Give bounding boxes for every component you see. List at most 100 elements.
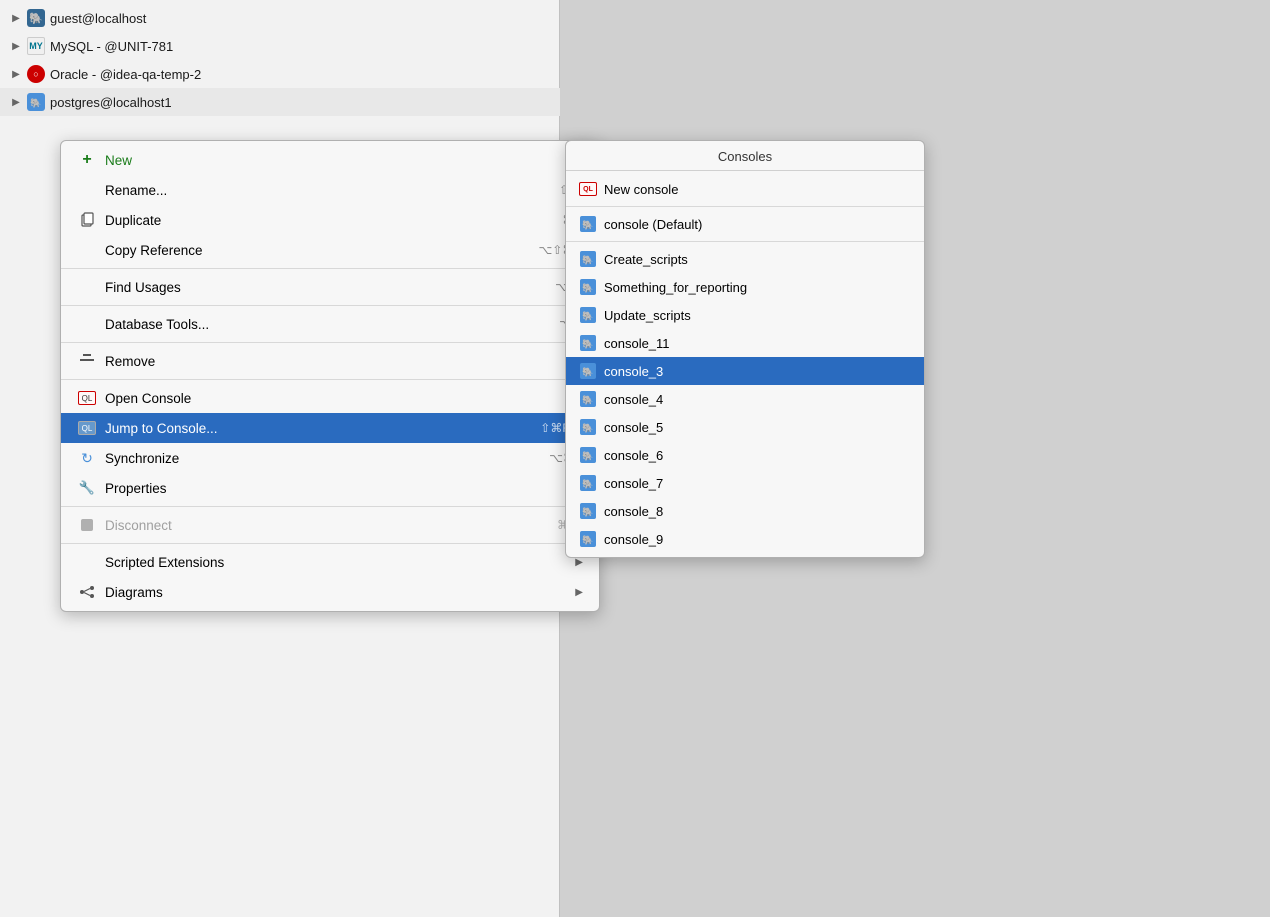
submenu-label-something-reporting: Something_for_reporting (604, 280, 747, 295)
sidebar-item-mysql[interactable]: ▶ MY MySQL - @UNIT-781 (0, 32, 560, 60)
menu-label-remove: Remove (105, 354, 546, 369)
pg-icon-something: 🐘 (578, 277, 598, 297)
sidebar-item-label: MySQL - @UNIT-781 (50, 39, 173, 54)
svg-text:🐘: 🐘 (582, 283, 593, 293)
pg-icon-11: 🐘 (578, 333, 598, 353)
menu-item-rename[interactable]: Rename... ⇧F6 (61, 175, 599, 205)
rename-icon (77, 180, 97, 200)
menu-item-diagrams[interactable]: Diagrams ▶ (61, 577, 599, 607)
submenu-item-console-4[interactable]: 🐘 console_4 (566, 385, 924, 413)
menu-label-copy-ref: Copy Reference (105, 243, 518, 258)
svg-text:🐘: 🐘 (582, 479, 593, 489)
duplicate-icon (77, 210, 97, 230)
new-console-icon: QL (578, 179, 598, 199)
menu-label-disconnect: Disconnect (105, 518, 537, 533)
pg-icon-4: 🐘 (578, 389, 598, 409)
find-usages-icon (77, 277, 97, 297)
pg-icon-create: 🐘 (578, 249, 598, 269)
consoles-submenu-header: Consoles (566, 141, 924, 171)
remove-icon (77, 351, 97, 371)
svg-text:🐘: 🐘 (30, 98, 41, 108)
tree-arrow: ▶ (8, 66, 24, 82)
submenu-label-console-default: console (Default) (604, 217, 702, 232)
tree-arrow: ▶ (8, 10, 24, 26)
submenu-item-console-6[interactable]: 🐘 console_6 (566, 441, 924, 469)
submenu-label-update-scripts: Update_scripts (604, 308, 691, 323)
menu-label-synchronize: Synchronize (105, 451, 529, 466)
submenu-label-new-console: New console (604, 182, 678, 197)
copy-ref-icon (77, 240, 97, 260)
menu-label-rename: Rename... (105, 183, 539, 198)
svg-text:🐘: 🐘 (582, 395, 593, 405)
submenu-item-something-reporting[interactable]: 🐘 Something_for_reporting (566, 273, 924, 301)
separator-3 (61, 342, 599, 343)
tree-arrow: ▶ (8, 38, 24, 54)
menu-item-scripted-extensions[interactable]: Scripted Extensions ▶ (61, 547, 599, 577)
menu-item-jump-console[interactable]: QL Jump to Console... ⇧⌘F10 (61, 413, 599, 443)
submenu-sep-1 (566, 206, 924, 207)
sync-icon: ↻ (77, 448, 97, 468)
menu-label-properties: Properties (105, 481, 548, 496)
svg-text:🐘: 🐘 (582, 255, 593, 265)
menu-label-find-usages: Find Usages (105, 280, 535, 295)
menu-item-properties[interactable]: 🔧 Properties ⌘; (61, 473, 599, 503)
menu-item-synchronize[interactable]: ↻ Synchronize ⌥⌘Y (61, 443, 599, 473)
menu-item-remove[interactable]: Remove ⌦ (61, 346, 599, 376)
sidebar-tree: ▶ 🐘 guest@localhost ▶ MY MySQL - @UNIT-7… (0, 0, 560, 116)
db-tools-icon (77, 314, 97, 334)
sidebar-item-label: postgres@localhost1 (50, 95, 172, 110)
postgres-icon-2: 🐘 (26, 94, 46, 110)
svg-text:🐘: 🐘 (582, 311, 593, 321)
diagrams-icon (77, 582, 97, 602)
submenu-item-console-3[interactable]: 🐘 console_3 (566, 357, 924, 385)
plus-icon: + (77, 150, 97, 170)
menu-item-open-console[interactable]: QL Open Console ⌘↓ (61, 383, 599, 413)
sidebar-item-oracle[interactable]: ▶ ○ Oracle - @idea-qa-temp-2 (0, 60, 560, 88)
open-console-icon: QL (77, 388, 97, 408)
menu-label-scripted-extensions: Scripted Extensions (105, 555, 567, 570)
svg-text:🐘: 🐘 (582, 423, 593, 433)
pg-icon-5: 🐘 (578, 417, 598, 437)
svg-text:🐘: 🐘 (582, 507, 593, 517)
menu-item-db-tools[interactable]: Database Tools... ⌥↩ (61, 309, 599, 339)
pg-icon-7: 🐘 (578, 473, 598, 493)
menu-item-find-usages[interactable]: Find Usages ⌥F7 (61, 272, 599, 302)
separator-1 (61, 268, 599, 269)
properties-icon: 🔧 (77, 478, 97, 498)
menu-label-duplicate: Duplicate (105, 213, 542, 228)
menu-item-new[interactable]: + New ▶ (61, 145, 599, 175)
submenu-item-create-scripts[interactable]: 🐘 Create_scripts (566, 245, 924, 273)
pg-icon-default: 🐘 (578, 214, 598, 234)
context-menu: + New ▶ Rename... ⇧F6 Duplicate ⌘D Copy … (60, 140, 600, 612)
submenu-item-console-default[interactable]: 🐘 console (Default) (566, 210, 924, 238)
separator-5 (61, 506, 599, 507)
pg-icon-8: 🐘 (578, 501, 598, 521)
separator-2 (61, 305, 599, 306)
separator-6 (61, 543, 599, 544)
svg-text:🐘: 🐘 (582, 367, 593, 377)
submenu-item-console-11[interactable]: 🐘 console_11 (566, 329, 924, 357)
submenu-item-new-console[interactable]: QL New console (566, 175, 924, 203)
sidebar-item-postgres-localhost1[interactable]: ▶ 🐘 postgres@localhost1 (0, 88, 560, 116)
menu-label-diagrams: Diagrams (105, 585, 567, 600)
menu-item-copy-ref[interactable]: Copy Reference ⌥⇧⌘C (61, 235, 599, 265)
svg-text:🐘: 🐘 (29, 12, 43, 25)
menu-label-new: New (105, 153, 567, 168)
menu-item-duplicate[interactable]: Duplicate ⌘D (61, 205, 599, 235)
sidebar-item-guest-localhost[interactable]: ▶ 🐘 guest@localhost (0, 4, 560, 32)
submenu-item-console-9[interactable]: 🐘 console_9 (566, 525, 924, 553)
svg-text:🐘: 🐘 (582, 451, 593, 461)
submenu-label-console-8: console_8 (604, 504, 663, 519)
svg-text:🐘: 🐘 (582, 220, 593, 230)
submenu-item-update-scripts[interactable]: 🐘 Update_scripts (566, 301, 924, 329)
scripted-ext-icon (77, 552, 97, 572)
submenu-sep-2 (566, 241, 924, 242)
disconnect-icon (77, 515, 97, 535)
submenu-item-console-8[interactable]: 🐘 console_8 (566, 497, 924, 525)
oracle-icon: ○ (26, 66, 46, 82)
submenu-item-console-5[interactable]: 🐘 console_5 (566, 413, 924, 441)
submenu-label-console-5: console_5 (604, 420, 663, 435)
pg-icon-update: 🐘 (578, 305, 598, 325)
submenu-label-console-6: console_6 (604, 448, 663, 463)
submenu-item-console-7[interactable]: 🐘 console_7 (566, 469, 924, 497)
